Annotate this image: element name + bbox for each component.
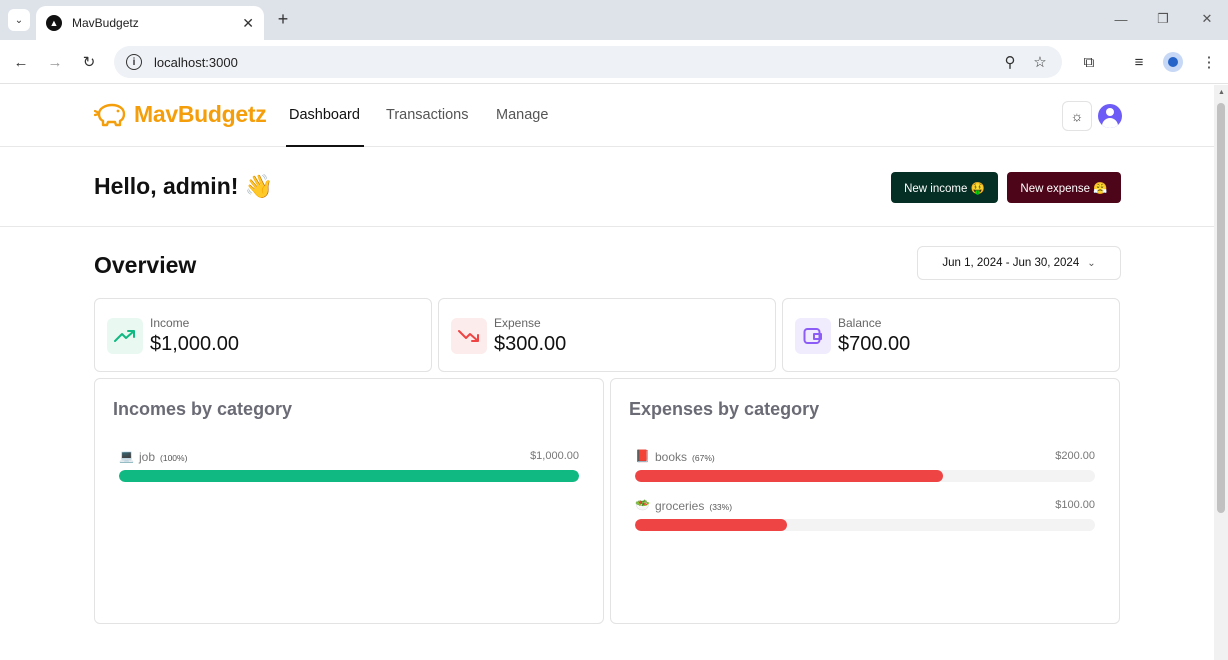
site-info-icon[interactable]: i (126, 54, 142, 70)
brand-logo[interactable]: MavBudgetz (94, 101, 267, 128)
browser-toolbar: ← → ↻ i localhost:3000 ⚲ ☆ ⧉ ≡ ⋮ (0, 40, 1228, 84)
app-page: MavBudgetz Dashboard Transactions Manage… (0, 85, 1214, 660)
restore-icon[interactable]: ❐ (1148, 8, 1178, 30)
expense-category-row: 📕 books (67%) $200.00 (635, 449, 1095, 483)
expense-value: $300.00 (494, 333, 567, 355)
category-name-text: groceries (655, 499, 705, 513)
site-favicon-icon: ▲ (46, 15, 62, 31)
category-amount: $1,000.00 (530, 450, 579, 462)
expense-stat-card: Expense $300.00 (438, 298, 776, 372)
category-emoji-icon: 🥗 (635, 498, 650, 512)
sun-icon: ☼ (1070, 108, 1084, 124)
media-control-icon[interactable]: ≡ (1128, 51, 1150, 73)
extensions-puzzle-icon[interactable]: ⧉ (1078, 51, 1100, 73)
category-progress-fill (635, 470, 944, 482)
tab-close-icon[interactable]: ✕ (242, 15, 254, 32)
profile-icon[interactable] (1162, 51, 1184, 73)
address-bar[interactable]: i localhost:3000 ⚲ ☆ (114, 46, 1062, 78)
category-progress-track (635, 470, 1095, 482)
balance-label: Balance (838, 316, 882, 330)
browser-tab-bar: ⌄ ▲ MavBudgetz ✕ + — ❐ ✕ (0, 0, 1228, 40)
new-income-button[interactable]: New income 🤑 (891, 172, 998, 203)
category-percent: (100%) (160, 453, 188, 463)
category-progress-track (119, 470, 579, 482)
category-emoji-icon: 📕 (635, 449, 650, 463)
category-amount: $200.00 (1055, 450, 1095, 462)
category-progress-track (635, 519, 1095, 531)
zoom-icon[interactable]: ⚲ (998, 52, 1022, 72)
wallet-icon (795, 318, 831, 354)
date-range-text: Jun 1, 2024 - Jun 30, 2024 (942, 257, 1080, 269)
incomes-by-category-card: Incomes by category 💻 job (100%) $1,000.00 (94, 378, 604, 624)
address-url: localhost:3000 (154, 54, 238, 70)
user-avatar[interactable] (1098, 104, 1122, 128)
greeting-row: Hello, admin! 👋 New income 🤑 New expense… (0, 147, 1214, 227)
chevron-down-icon: ⌄ (1087, 257, 1096, 269)
browser-tab[interactable]: ▲ MavBudgetz ✕ (36, 6, 264, 40)
trending-up-icon (107, 318, 143, 354)
tab-title: MavBudgetz (72, 16, 139, 30)
expenses-by-category-card: Expenses by category 📕 books (67%) $200.00 🥗… (610, 378, 1120, 624)
balance-value: $700.00 (838, 333, 911, 355)
income-label: Income (150, 316, 190, 330)
date-range-picker[interactable]: Jun 1, 2024 - Jun 30, 2024 ⌄ (917, 246, 1121, 280)
category-amount: $100.00 (1055, 499, 1095, 511)
greeting-text: Hello, admin! 👋 (94, 173, 274, 199)
app-header: MavBudgetz Dashboard Transactions Manage… (0, 85, 1214, 147)
nav-transactions[interactable]: Transactions (386, 107, 468, 123)
scrollbar-thumb[interactable] (1217, 103, 1225, 513)
reload-icon[interactable]: ↻ (78, 51, 100, 73)
back-arrow-icon[interactable]: ← (10, 51, 32, 73)
expenses-by-category-title: Expenses by category (629, 399, 820, 419)
new-tab-plus-icon[interactable]: + (272, 8, 294, 30)
scroll-up-arrow-icon[interactable]: ▲ (1218, 89, 1225, 96)
forward-arrow-icon[interactable]: → (44, 51, 66, 73)
new-expense-button[interactable]: New expense 😤 (1007, 172, 1121, 203)
page-scrollbar[interactable]: ▲ (1214, 85, 1228, 660)
category-progress-fill (635, 519, 787, 531)
minimize-icon[interactable]: — (1106, 8, 1136, 30)
bookmark-star-icon[interactable]: ☆ (1028, 52, 1052, 72)
category-name: job (100%) (139, 450, 187, 464)
tab-search-chevron-icon[interactable]: ⌄ (8, 9, 30, 31)
expense-category-row: 🥗 groceries (33%) $100.00 (635, 498, 1095, 532)
incomes-by-category-title: Incomes by category (113, 399, 293, 419)
category-name-text: job (139, 450, 156, 464)
category-progress-fill (119, 470, 579, 482)
browser-menu-icon[interactable]: ⋮ (1198, 51, 1220, 73)
overview-title: Overview (94, 252, 197, 278)
expense-label: Expense (494, 316, 541, 330)
theme-toggle-button[interactable]: ☼ (1062, 101, 1092, 131)
category-name: books (67%) (655, 450, 715, 464)
income-value: $1,000.00 (150, 333, 239, 355)
category-percent: (33%) (709, 502, 733, 512)
category-emoji-icon: 💻 (119, 449, 134, 463)
category-name-text: books (655, 450, 688, 464)
window-close-icon[interactable]: ✕ (1192, 8, 1222, 30)
category-name: groceries (33%) (655, 499, 732, 513)
balance-stat-card: Balance $700.00 (782, 298, 1120, 372)
brand-name: MavBudgetz (134, 101, 267, 127)
piggy-bank-icon (94, 103, 126, 126)
trending-down-icon (451, 318, 487, 354)
category-percent: (67%) (692, 453, 715, 463)
income-category-row: 💻 job (100%) $1,000.00 (119, 449, 579, 483)
nav-manage[interactable]: Manage (496, 107, 548, 123)
nav-dashboard[interactable]: Dashboard (289, 107, 360, 123)
income-stat-card: Income $1,000.00 (94, 298, 432, 372)
